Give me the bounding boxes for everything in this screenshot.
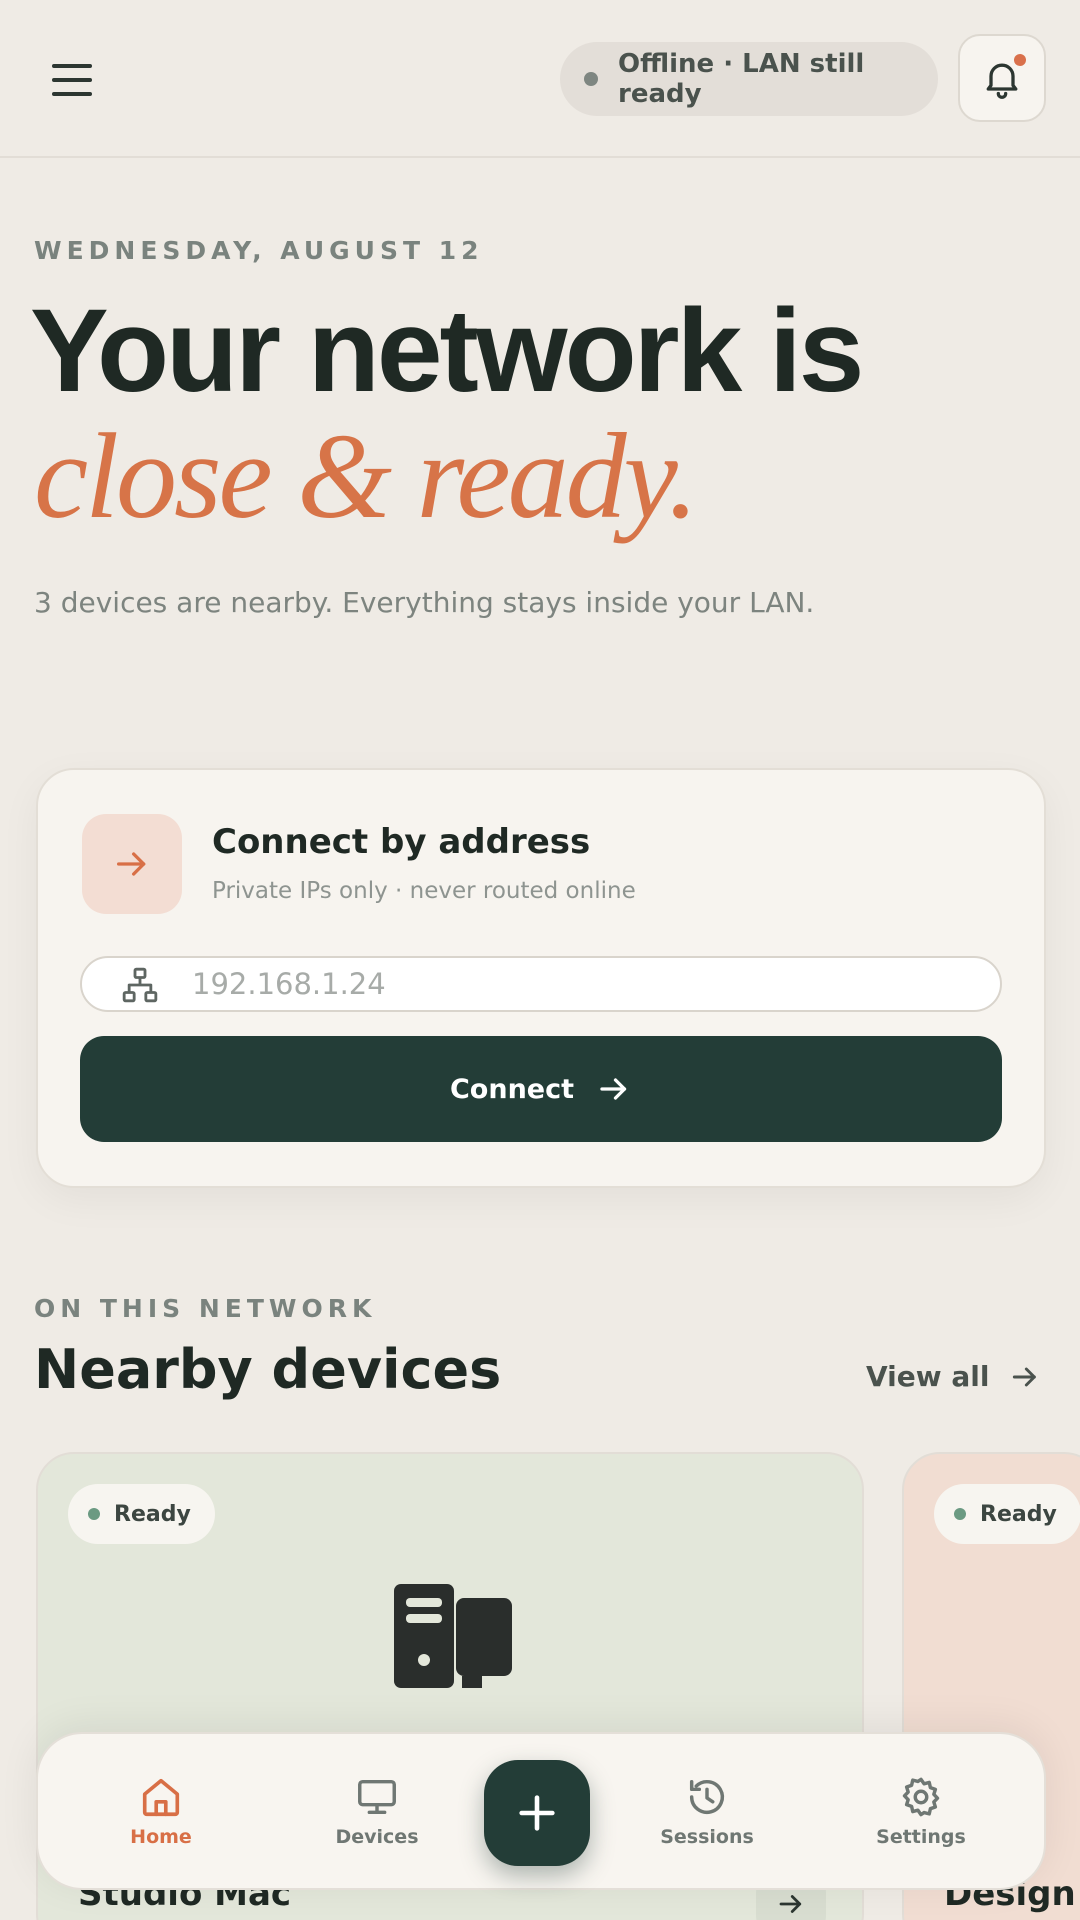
- ready-dot: [954, 1508, 966, 1520]
- gear-icon: [902, 1777, 940, 1817]
- ready-dot: [88, 1508, 100, 1520]
- nav-sessions-label: Sessions: [660, 1826, 754, 1848]
- view-all-label: View all: [866, 1360, 990, 1393]
- network-status-text: Offline · LAN still ready: [618, 49, 865, 109]
- nav-devices[interactable]: Devices: [302, 1774, 452, 1848]
- home-icon: [142, 1778, 180, 1817]
- arrow-right-icon: [117, 852, 146, 876]
- nav-home[interactable]: Home: [86, 1774, 236, 1848]
- status-badge-label: Ready: [114, 1501, 191, 1527]
- connect-by-address-card: Connect by address Private IPs only · ne…: [36, 768, 1046, 1188]
- status-badge: Ready: [934, 1484, 1080, 1544]
- address-input[interactable]: [192, 958, 972, 1010]
- bottom-nav: Home Devices Sessions Settings: [36, 1732, 1046, 1890]
- status-badge-label: Ready: [980, 1501, 1057, 1527]
- section-eyebrow: ON THIS NETWORK: [34, 1294, 377, 1323]
- connect-button-label: Connect: [449, 1073, 575, 1105]
- arrow-right-icon: [1013, 1367, 1037, 1386]
- notifications-button[interactable]: [958, 34, 1046, 122]
- notification-dot: [1014, 54, 1026, 66]
- connect-subtitle: Private IPs only · never routed online: [212, 878, 636, 904]
- hero-title: Your network is: [30, 285, 864, 417]
- desktop-computer-icon: [394, 1584, 512, 1688]
- nav-sessions[interactable]: Sessions: [632, 1774, 782, 1848]
- history-icon: [689, 1779, 725, 1815]
- plus-icon: [519, 1795, 555, 1831]
- hero-title-accent: close & ready.: [34, 409, 699, 544]
- nav-settings[interactable]: Settings: [846, 1774, 996, 1848]
- hero-subtitle: 3 devices are nearby. Everything stays i…: [34, 586, 815, 619]
- network-status-pill[interactable]: Offline · LAN still ready: [560, 42, 938, 116]
- add-button[interactable]: [484, 1760, 590, 1866]
- arrow-right-icon: [779, 1895, 802, 1913]
- status-badge: Ready: [68, 1484, 215, 1544]
- address-field[interactable]: [80, 956, 1002, 1012]
- date-label: WEDNESDAY, AUGUST 12: [34, 236, 484, 265]
- nav-home-label: Home: [130, 1826, 192, 1848]
- menu-icon[interactable]: [52, 56, 100, 104]
- arrow-right-icon: [600, 1078, 627, 1100]
- network-topology-icon: [122, 967, 158, 1003]
- nav-devices-label: Devices: [335, 1826, 419, 1848]
- status-dot: [584, 72, 598, 86]
- connect-title: Connect by address: [212, 822, 591, 862]
- nav-settings-label: Settings: [876, 1826, 966, 1848]
- monitor-icon: [358, 1779, 396, 1815]
- connect-button[interactable]: Connect: [80, 1036, 1002, 1142]
- section-title: Nearby devices: [34, 1338, 502, 1401]
- view-all-link[interactable]: View all: [866, 1360, 1041, 1393]
- top-bar: Offline · LAN still ready: [0, 0, 1080, 158]
- home-screen: Offline · LAN still ready WEDNESDAY, AUG…: [0, 0, 1080, 1920]
- connect-icon-tile: [82, 814, 182, 914]
